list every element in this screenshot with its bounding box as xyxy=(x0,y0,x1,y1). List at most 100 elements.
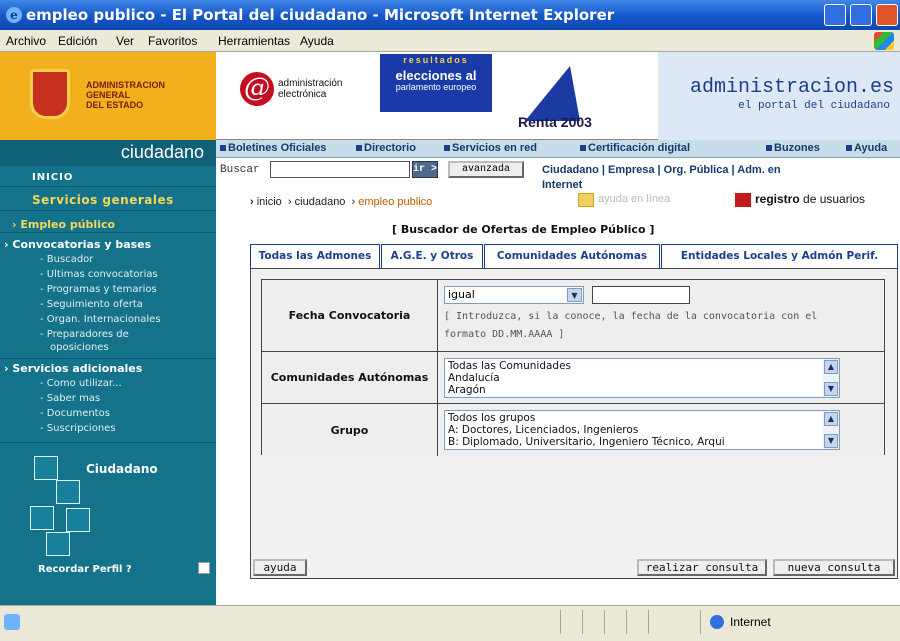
menu-ver[interactable]: Ver xyxy=(116,34,134,48)
divider xyxy=(0,186,216,187)
coat-of-arms-icon xyxy=(30,69,70,119)
sidebar-title: ciudadano xyxy=(0,140,216,166)
fecha-hint: [ Introduzca, si la conoce, la fecha de … xyxy=(444,311,818,340)
sidebar-item-oposiciones[interactable]: oposiciones xyxy=(50,342,109,353)
admin-general-logo[interactable]: ADMINISTRACION GENERAL DEL ESTADO xyxy=(0,52,216,140)
header-banner: ADMINISTRACION GENERAL DEL ESTADO @ admi… xyxy=(0,52,900,140)
list-item[interactable]: Todas las Comunidades xyxy=(448,360,819,372)
sidebar-item-seguimiento[interactable]: - Seguimiento oferta xyxy=(40,299,143,310)
menu-edicion[interactable]: Edición xyxy=(58,34,97,48)
divider xyxy=(0,358,216,359)
item-label: Organ. Internacionales xyxy=(46,314,161,325)
status-cell xyxy=(626,610,627,634)
nav-label: Directorio xyxy=(364,142,416,154)
portal-banner[interactable]: administracion.es el portal del ciudadan… xyxy=(658,52,900,140)
list-item[interactable]: Andalucía xyxy=(448,372,819,384)
grupo-label: Grupo xyxy=(262,404,438,456)
list-item[interactable]: B: Diplomado, Universitario, Ingeniero T… xyxy=(448,436,819,448)
select-value: igual xyxy=(448,288,475,301)
sidebar-inicio[interactable]: INICIO xyxy=(32,172,73,183)
scrollbar[interactable]: ▲ ▼ xyxy=(823,411,839,449)
admin-line-2: GENERAL xyxy=(86,90,131,100)
nav-label: Ayuda xyxy=(854,142,888,154)
menu-archivo[interactable]: Archivo xyxy=(6,34,46,48)
nav-servicios-red[interactable]: Servicios en red xyxy=(444,142,537,154)
sidebar-item-programas[interactable]: - Programas y temarios xyxy=(40,284,157,295)
nav-label: Servicios en red xyxy=(452,142,537,154)
sidebar-empleo-publico[interactable]: › Empleo público xyxy=(12,218,115,231)
crumb-current: empleo publico xyxy=(358,196,433,208)
scroll-up-icon[interactable]: ▲ xyxy=(824,360,838,374)
online-help-link[interactable]: ayuda en línea xyxy=(578,190,698,210)
sidebar-item-ultimas[interactable]: - Ultimas convocatorias xyxy=(40,269,158,280)
ccaa-listbox[interactable]: Todas las Comunidades Andalucía Aragón ▲… xyxy=(444,358,840,398)
admin-line-1: ADMINISTRACION xyxy=(86,80,165,90)
page-icon xyxy=(4,614,20,630)
menu-ayuda[interactable]: Ayuda xyxy=(300,34,334,48)
close-button[interactable] xyxy=(876,4,898,26)
list-item[interactable]: Aragón xyxy=(448,384,819,396)
scroll-up-icon[interactable]: ▲ xyxy=(824,412,838,426)
search-label: Buscar xyxy=(220,164,260,176)
title-bar: e empleo publico - El Portal del ciudada… xyxy=(0,0,900,30)
item-label: Documentos xyxy=(46,408,110,419)
scrollbar[interactable]: ▲ ▼ xyxy=(823,359,839,397)
sidebar-item-documentos[interactable]: - Documentos xyxy=(40,408,110,419)
elecciones-top: resultados xyxy=(403,55,469,65)
security-zone-label: Internet xyxy=(730,615,771,629)
tab-ccaa[interactable]: Comunidades Autónomas xyxy=(484,244,660,268)
nav-boletines[interactable]: Boletines Oficiales xyxy=(220,142,326,154)
sidebar-item-suscripciones[interactable]: - Suscripciones xyxy=(40,423,116,434)
nav-ayuda[interactable]: Ayuda xyxy=(846,142,887,154)
ccaa-label: Comunidades Autónomas xyxy=(262,352,438,403)
sidebar-item-organ[interactable]: - Organ. Internacionales xyxy=(40,314,161,325)
advanced-search-button[interactable]: avanzada xyxy=(448,161,524,178)
sidebar-item-como-utilizar[interactable]: - Como utilizar... xyxy=(40,378,122,389)
list-item[interactable]: A: Doctores, Licenciados, Ingenieros xyxy=(448,424,819,436)
maximize-button[interactable] xyxy=(850,4,872,26)
nav-directorio[interactable]: Directorio xyxy=(356,142,416,154)
crumb-inicio[interactable]: inicio xyxy=(257,196,282,208)
fecha-label: Fecha Convocatoria xyxy=(262,280,438,351)
item-label: Programas y temarios xyxy=(46,284,157,295)
tab-age[interactable]: A.G.E. y Otros xyxy=(381,244,483,268)
sidebar-convocatorias[interactable]: › Convocatorias y bases xyxy=(4,238,151,251)
elecciones-banner[interactable]: resultados elecciones al parlamento euro… xyxy=(380,54,492,112)
user-registration-link[interactable]: registro de usuarios xyxy=(735,190,895,210)
recordar-perfil-checkbox[interactable] xyxy=(198,562,210,574)
menu-favoritos[interactable]: Favoritos xyxy=(148,34,197,48)
scroll-down-icon[interactable]: ▼ xyxy=(824,382,838,396)
new-query-button[interactable]: nueva consulta xyxy=(773,559,895,576)
status-bar: Internet xyxy=(0,605,900,641)
sidebar-servicios-generales[interactable]: Servicios generales xyxy=(32,193,174,207)
list-item[interactable]: Todos los grupos xyxy=(448,412,819,424)
scroll-down-icon[interactable]: ▼ xyxy=(824,434,838,448)
status-cell xyxy=(560,610,561,634)
ciudadano-box-label: Ciudadano xyxy=(86,462,158,476)
audience-links-cont[interactable]: Internet xyxy=(542,179,582,191)
eadmin-text: administración electrónica xyxy=(278,78,343,100)
item-label: Buscador xyxy=(46,254,94,265)
search-input[interactable] xyxy=(270,161,410,178)
fecha-operator-select[interactable]: igual ▼ xyxy=(444,286,584,304)
nav-buzones[interactable]: Buzones xyxy=(766,142,820,154)
sidebar-item-preparadores[interactable]: - Preparadores de xyxy=(40,329,129,340)
submit-query-button[interactable]: realizar consulta xyxy=(637,559,767,576)
sidebar-servicios-adicionales[interactable]: › Servicios adicionales xyxy=(4,362,142,375)
menu-herramientas[interactable]: Herramientas xyxy=(218,34,290,48)
tab-todas[interactable]: Todas las Admones xyxy=(250,244,380,268)
fecha-input[interactable] xyxy=(592,286,690,304)
sidebar-item-saber-mas[interactable]: - Saber mas xyxy=(40,393,100,404)
nav-certificacion[interactable]: Certificación digital xyxy=(580,142,690,154)
status-cell xyxy=(604,610,605,634)
grupo-listbox[interactable]: Todos los grupos A: Doctores, Licenciado… xyxy=(444,410,840,450)
minimize-button[interactable] xyxy=(824,4,846,26)
audience-links[interactable]: Ciudadano | Empresa | Org. Pública | Adm… xyxy=(542,164,781,176)
help-button[interactable]: ayuda xyxy=(253,559,307,576)
tab-entidades[interactable]: Entidades Locales y Admón Perif. xyxy=(661,244,898,268)
sidebar-item-buscador[interactable]: - Buscador xyxy=(40,254,93,265)
search-go-button[interactable]: ir > xyxy=(412,161,438,178)
renta-banner[interactable]: Renta 2003 xyxy=(500,58,645,136)
crumb-ciudadano[interactable]: ciudadano xyxy=(295,196,346,208)
elecciones-sub: parlamento europeo xyxy=(395,82,477,92)
